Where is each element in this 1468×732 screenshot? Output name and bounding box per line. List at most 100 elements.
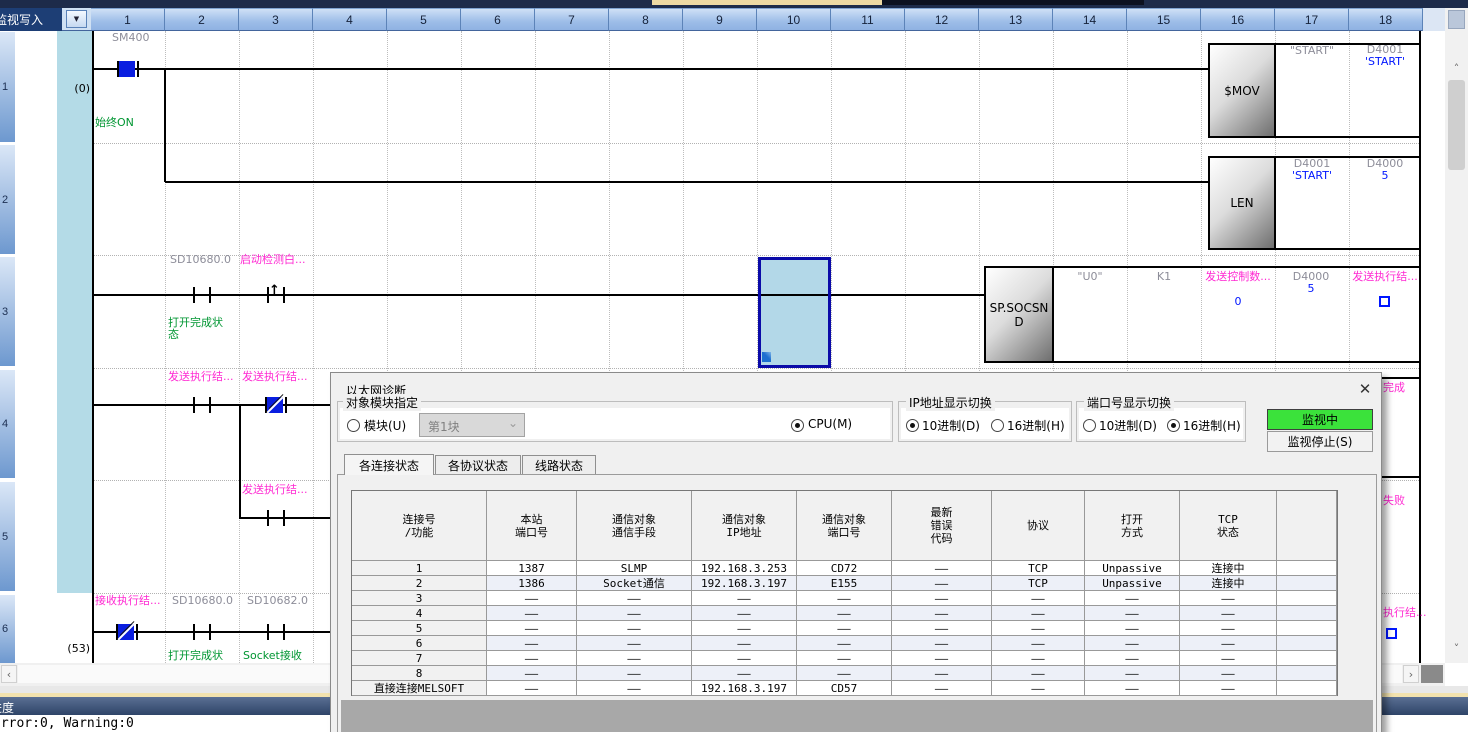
- vertical-scrollbar[interactable]: ˄ ˅: [1445, 8, 1468, 663]
- col-header-14: 14: [1053, 8, 1127, 31]
- table-cell: ——: [797, 666, 892, 681]
- scroll-right-button[interactable]: ›: [1403, 665, 1419, 683]
- table-header: 通信对象 端口号: [797, 491, 892, 561]
- monitoring-status-button[interactable]: 监视中: [1267, 409, 1373, 430]
- col-header-4: 4: [313, 8, 387, 31]
- module-select-dropdown[interactable]: 第1块 ⌄: [419, 413, 525, 437]
- ip-hex-radio[interactable]: [991, 419, 1004, 432]
- table-cell: ——: [797, 606, 892, 621]
- device-label: SD10680.0: [172, 595, 233, 607]
- ip-decimal-radio[interactable]: [906, 419, 919, 432]
- header-dropdown-cell: ▼: [62, 8, 91, 31]
- vscroll-thumb[interactable]: [1448, 80, 1465, 170]
- table-cell: ——: [577, 591, 692, 606]
- port-hex-label[interactable]: 16进制(H): [1183, 417, 1241, 434]
- rung-number-1[interactable]: 1: [0, 32, 15, 142]
- dialog-close-button[interactable]: ✕: [1351, 377, 1379, 401]
- contact-send-exec2[interactable]: [283, 510, 285, 526]
- table-cell: ——: [1085, 636, 1180, 651]
- col-header-6: 6: [461, 8, 535, 31]
- table-cell: ——: [992, 651, 1085, 666]
- port-decimal-label[interactable]: 10进制(D): [1099, 417, 1157, 434]
- table-cell: ——: [1180, 666, 1277, 681]
- scroll-up-button[interactable]: ˄: [1448, 60, 1465, 77]
- contact-recv-pulse-on[interactable]: [118, 624, 134, 640]
- table-cell: ——: [577, 651, 692, 666]
- contact-send-exec[interactable]: [193, 397, 195, 413]
- contact-sm400-on[interactable]: [119, 61, 135, 77]
- rising-edge-arrow-icon: ↑: [269, 285, 280, 297]
- contact-sd10680[interactable]: [209, 287, 211, 303]
- rung-number-4[interactable]: 4: [0, 370, 15, 478]
- rung-number-6[interactable]: 6: [0, 595, 15, 663]
- contact-sd10680-b[interactable]: [209, 624, 211, 640]
- contact-sd10680-b[interactable]: [193, 624, 195, 640]
- scroll-up-icon: ˄: [1454, 62, 1460, 75]
- cpu-radio-label[interactable]: CPU(M): [808, 417, 852, 431]
- tab-protocol-status[interactable]: 各协议状态: [435, 455, 521, 475]
- dialog-lower-section: [341, 700, 1373, 732]
- ip-hex-label[interactable]: 16进制(H): [1007, 417, 1065, 434]
- comment-label: 接收执行结...: [95, 595, 161, 607]
- table-cell: ——: [797, 621, 892, 636]
- table-cell: ——: [992, 591, 1085, 606]
- table-cell: ——: [692, 636, 797, 651]
- contact-sd10682[interactable]: [267, 624, 269, 640]
- contact-falling-pulse-on[interactable]: [267, 397, 283, 413]
- cpu-radio[interactable]: [791, 419, 804, 432]
- table-cell: ——: [487, 591, 577, 606]
- dropdown-arrow-icon: ▼: [74, 15, 79, 23]
- table-cell: ——: [992, 636, 1085, 651]
- combo-arrow-icon: ⌄: [508, 416, 518, 430]
- step-number: (53): [52, 643, 90, 655]
- table-cell: ——: [892, 651, 992, 666]
- module-radio[interactable]: [347, 419, 360, 432]
- scroll-left-button[interactable]: ‹: [1, 665, 17, 683]
- column-dropdown-button[interactable]: ▼: [66, 10, 87, 28]
- col-header-9: 9: [683, 8, 757, 31]
- scroll-down-button[interactable]: ˅: [1448, 640, 1465, 657]
- ip-decimal-label[interactable]: 10进制(D): [922, 417, 980, 434]
- table-cell: CD57: [797, 681, 892, 696]
- tab-line-status[interactable]: 线路状态: [522, 455, 596, 475]
- contact-sd10682[interactable]: [283, 624, 285, 640]
- hscroll-thumb[interactable]: [1421, 665, 1443, 683]
- col-header-18: 18: [1349, 8, 1423, 31]
- table-cell: ——: [487, 651, 577, 666]
- contact-send-exec2[interactable]: [267, 510, 269, 526]
- ip-display-group-label: IP地址显示切换: [906, 394, 995, 411]
- device-label: SM400: [112, 32, 149, 44]
- contact-send-exec[interactable]: [209, 397, 211, 413]
- ethernet-diagnostics-dialog: 以太网诊断 ✕ 对象模块指定 模块(U) 第1块 ⌄ CPU(M) IP地址显示…: [330, 372, 1382, 732]
- contact-rising-edge[interactable]: [283, 287, 285, 303]
- table-cell: ——: [1180, 606, 1277, 621]
- table-cell: ——: [992, 681, 1085, 696]
- contact-sm400[interactable]: [137, 61, 139, 77]
- module-radio-label[interactable]: 模块(U): [364, 417, 406, 434]
- table-cell: [1277, 606, 1337, 621]
- rung-number-5[interactable]: 5: [0, 482, 15, 591]
- splitter-box[interactable]: [1448, 10, 1465, 29]
- table-cell: ——: [797, 636, 892, 651]
- comment-label: 失败: [1383, 495, 1405, 507]
- table-cell: ——: [487, 636, 577, 651]
- grid-line: [239, 31, 240, 663]
- port-decimal-radio[interactable]: [1083, 419, 1096, 432]
- port-hex-radio[interactable]: [1167, 419, 1180, 432]
- table-cell: ——: [892, 666, 992, 681]
- stop-monitor-button[interactable]: 监视停止(S): [1267, 431, 1373, 452]
- rung-number-3[interactable]: 3: [0, 257, 15, 366]
- output-box-stub: [1382, 377, 1421, 379]
- contact-recv-pulse[interactable]: [136, 624, 138, 640]
- socsnd-mnemonic: SP.SOCSN D: [986, 268, 1054, 361]
- table-cell: ——: [487, 621, 577, 636]
- monitor-mode-label: 监视写入: [0, 11, 43, 28]
- table-cell: ——: [692, 666, 797, 681]
- comment-label: 完成: [1383, 382, 1405, 394]
- table-cell: [1277, 651, 1337, 666]
- contact-falling-pulse[interactable]: [285, 397, 287, 413]
- rung-number-2[interactable]: 2: [0, 145, 15, 254]
- table-cell: [1277, 591, 1337, 606]
- tab-connection-status[interactable]: 各连接状态: [344, 454, 434, 475]
- contact-sd10680[interactable]: [193, 287, 195, 303]
